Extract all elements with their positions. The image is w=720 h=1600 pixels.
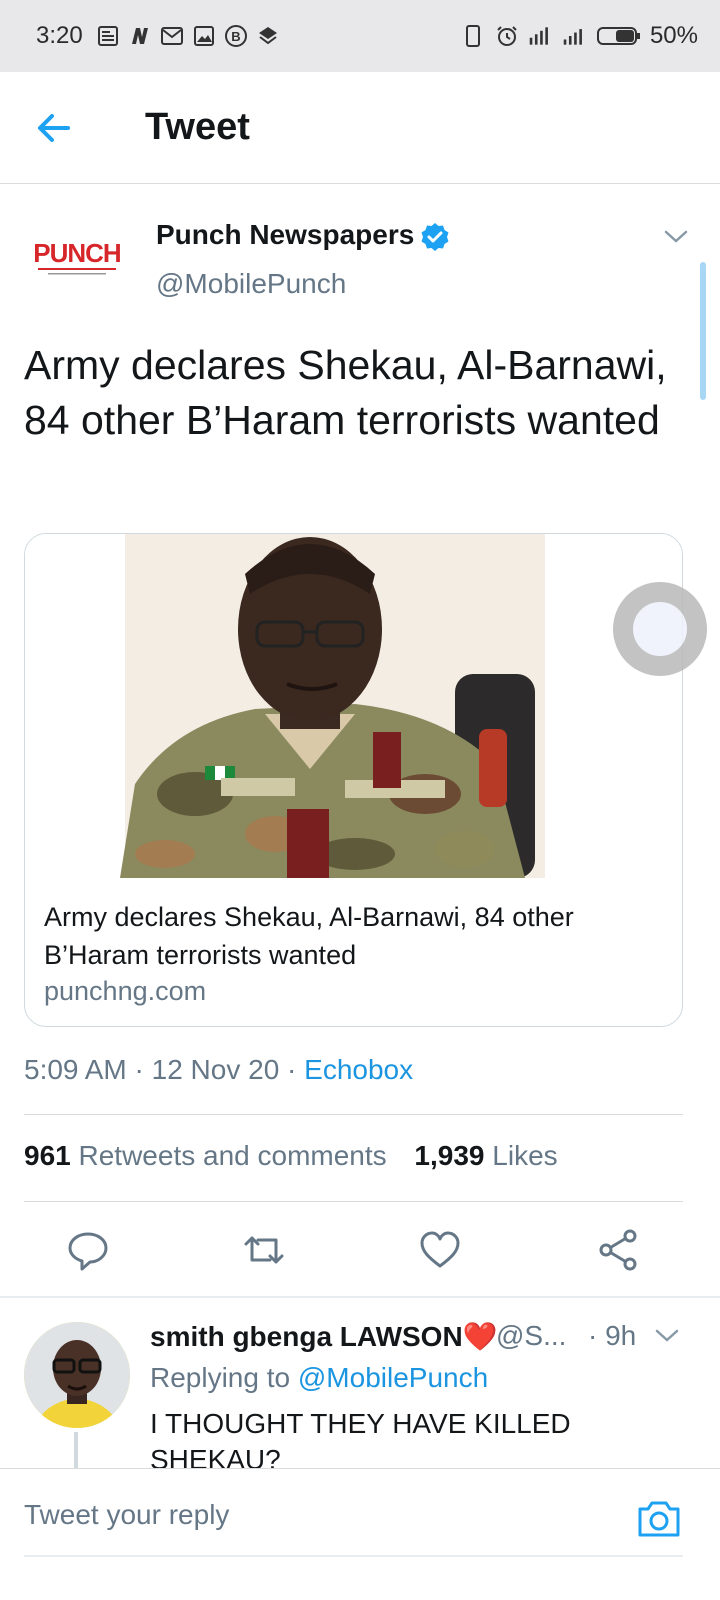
reply-options-button[interactable] bbox=[654, 1322, 680, 1348]
meta-separator: · bbox=[134, 1054, 144, 1085]
app-header: Tweet bbox=[0, 72, 720, 184]
retweets-count: 961 bbox=[24, 1140, 71, 1171]
battery-percent: 50% bbox=[649, 22, 698, 49]
reply-text: I THOUGHT THEY HAVE KILLED SHEKAU? bbox=[150, 1408, 571, 1468]
retweets-stat[interactable]: 961 Retweets and comments bbox=[24, 1140, 387, 1171]
author-avatar[interactable]: PUNCH bbox=[30, 230, 124, 290]
n-app-icon bbox=[127, 23, 153, 49]
reply-author-name[interactable]: smith gbenga LAWSON❤️ bbox=[150, 1320, 498, 1353]
tweet-time: 5:09 AM bbox=[24, 1054, 127, 1085]
section-separator bbox=[0, 1296, 720, 1298]
notification-icons: B bbox=[95, 23, 281, 49]
signal-data-icon bbox=[528, 23, 554, 49]
svg-text:B: B bbox=[231, 29, 240, 44]
share-icon bbox=[599, 1229, 637, 1271]
replying-to: Replying to @MobilePunch bbox=[150, 1362, 488, 1394]
mail-icon bbox=[159, 23, 185, 49]
camera-button[interactable] bbox=[636, 1497, 682, 1541]
tweet-date: 12 Nov 20 bbox=[151, 1054, 280, 1085]
page-title: Tweet bbox=[145, 106, 250, 148]
camera-icon bbox=[638, 1501, 680, 1537]
retweet-icon bbox=[244, 1236, 284, 1264]
back-arrow-icon bbox=[38, 114, 70, 142]
news-icon bbox=[95, 23, 121, 49]
reply-composer: Tweet your reply bbox=[0, 1468, 720, 1600]
tweet-stats: 961 Retweets and comments 1,939 Likes bbox=[24, 1140, 558, 1172]
meta-separator: · bbox=[287, 1054, 297, 1085]
card-image bbox=[25, 534, 682, 878]
composer-underline bbox=[24, 1555, 683, 1557]
layers-icon bbox=[255, 23, 281, 49]
reply-icon bbox=[68, 1232, 108, 1271]
tweet-source-link[interactable]: Echobox bbox=[304, 1054, 413, 1085]
replying-to-handle[interactable]: @MobilePunch bbox=[298, 1362, 488, 1393]
status-time: 3:20 bbox=[36, 22, 83, 49]
back-button[interactable] bbox=[34, 108, 74, 148]
touch-indicator-inner bbox=[633, 602, 687, 656]
likes-label: Likes bbox=[492, 1140, 558, 1171]
reply-name-text: smith gbenga LAWSON bbox=[150, 1321, 463, 1352]
reply-input[interactable]: Tweet your reply bbox=[24, 1499, 229, 1531]
tweet-options-button[interactable] bbox=[662, 222, 690, 250]
vibrate-icon bbox=[460, 23, 486, 49]
divider bbox=[24, 1114, 683, 1115]
link-card[interactable]: Army declares Shekau, Al-Barnawi, 84 oth… bbox=[24, 533, 683, 1027]
heart-emoji: ❤️ bbox=[462, 1321, 498, 1352]
battery-icon bbox=[596, 23, 642, 49]
card-domain: punchng.com bbox=[44, 976, 207, 1006]
author-handle[interactable]: @MobilePunch bbox=[156, 268, 346, 300]
punch-logo: PUNCH bbox=[30, 230, 124, 290]
touch-indicator bbox=[613, 582, 707, 676]
retweet-button[interactable] bbox=[240, 1226, 288, 1274]
system-icons: 50% bbox=[460, 22, 698, 50]
gallery-icon bbox=[191, 23, 217, 49]
author-name[interactable]: Punch Newspapers bbox=[156, 219, 414, 251]
reply-avatar[interactable] bbox=[24, 1322, 130, 1428]
status-bar: 3:20 B 50% bbox=[0, 0, 720, 72]
scrollbar[interactable] bbox=[700, 262, 706, 400]
reply-handle[interactable]: @S... bbox=[496, 1320, 566, 1352]
tweet-meta: 5:09 AM · 12 Nov 20 · Echobox bbox=[24, 1054, 413, 1086]
verified-badge-icon bbox=[420, 222, 450, 252]
like-icon bbox=[420, 1231, 460, 1268]
b-app-icon: B bbox=[223, 23, 249, 49]
likes-stat[interactable]: 1,939 Likes bbox=[414, 1140, 557, 1171]
signal-bars-icon bbox=[562, 23, 588, 49]
likes-count: 1,939 bbox=[414, 1140, 485, 1171]
divider bbox=[24, 1201, 683, 1202]
svg-text:PUNCH: PUNCH bbox=[33, 238, 121, 268]
retweets-label: Retweets and comments bbox=[78, 1140, 387, 1171]
reply-button[interactable] bbox=[64, 1226, 112, 1274]
chevron-down-icon bbox=[664, 230, 688, 243]
tweet-actions bbox=[0, 1222, 720, 1278]
tweet-text: Army declares Shekau, Al-Barnawi, 84 oth… bbox=[24, 342, 667, 443]
chevron-down-icon bbox=[655, 1329, 679, 1342]
alarm-icon bbox=[494, 23, 520, 49]
like-button[interactable] bbox=[416, 1226, 464, 1274]
replying-prefix: Replying to bbox=[150, 1362, 291, 1393]
reply-time: · 9h bbox=[588, 1320, 637, 1351]
share-button[interactable] bbox=[594, 1226, 642, 1274]
thread-line bbox=[74, 1432, 78, 1468]
card-title: Army declares Shekau, Al-Barnawi, 84 oth… bbox=[44, 902, 574, 970]
